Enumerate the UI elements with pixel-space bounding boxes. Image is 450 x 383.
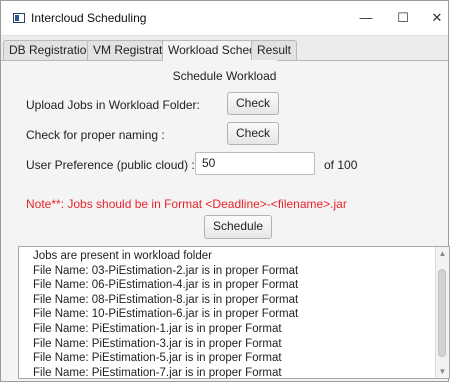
maximize-button[interactable]: ☐ <box>385 7 421 29</box>
title-bar[interactable]: Intercloud Scheduling — ☐ ✕ <box>1 1 448 36</box>
minimize-button[interactable]: — <box>348 7 384 29</box>
log-line: File Name: PiEstimation-3.jar is in prop… <box>33 337 282 350</box>
log-output-area[interactable]: Jobs are present in workload folder File… <box>18 246 450 379</box>
log-line: File Name: PiEstimation-5.jar is in prop… <box>33 352 282 365</box>
user-preference-label: User Preference (public cloud) : <box>26 158 195 172</box>
naming-check-button[interactable]: Check <box>227 122 280 145</box>
log-scrollbar[interactable]: ▲ ▼ <box>435 247 449 378</box>
tab-bar: DB Registration VM Registration Workload… <box>1 36 448 61</box>
user-preference-suffix: of 100 <box>324 158 358 172</box>
tab-result[interactable]: Result <box>251 40 298 60</box>
schedule-button[interactable]: Schedule <box>204 215 273 239</box>
scroll-up-arrow-icon[interactable]: ▲ <box>436 247 449 260</box>
log-line: File Name: 03-PiEstimation-2.jar is in p… <box>33 264 299 277</box>
scroll-down-arrow-icon[interactable]: ▼ <box>436 365 449 378</box>
log-line: File Name: 08-PiEstimation-8.jar is in p… <box>33 293 299 306</box>
log-line: File Name: 10-PiEstimation-6.jar is in p… <box>33 308 299 321</box>
log-line: File Name: 06-PiEstimation-4.jar is in p… <box>33 279 299 292</box>
app-window-icon <box>13 13 25 23</box>
scroll-thumb[interactable] <box>438 269 446 357</box>
log-line: File Name: PiEstimation-1.jar is in prop… <box>33 322 282 335</box>
naming-check-label: Check for proper naming : <box>26 128 165 142</box>
window-title: Intercloud Scheduling <box>31 11 147 25</box>
user-preference-input[interactable]: 50 <box>195 152 315 175</box>
panel-title: Schedule Workload <box>172 69 277 83</box>
log-lines: Jobs are present in workload folder File… <box>33 249 435 379</box>
log-line: File Name: PiEstimation-7.jar is in prop… <box>33 366 282 379</box>
tab-db-registration[interactable]: DB Registration <box>3 40 100 60</box>
format-note: Note**: Jobs should be in Format <Deadli… <box>26 197 347 211</box>
close-button[interactable]: ✕ <box>419 7 450 29</box>
upload-jobs-label: Upload Jobs in Workload Folder: <box>26 98 200 112</box>
app-window: Intercloud Scheduling — ☐ ✕ DB Registrat… <box>0 0 450 382</box>
upload-check-button[interactable]: Check <box>227 92 280 115</box>
log-line: Jobs are present in workload folder <box>33 250 212 262</box>
